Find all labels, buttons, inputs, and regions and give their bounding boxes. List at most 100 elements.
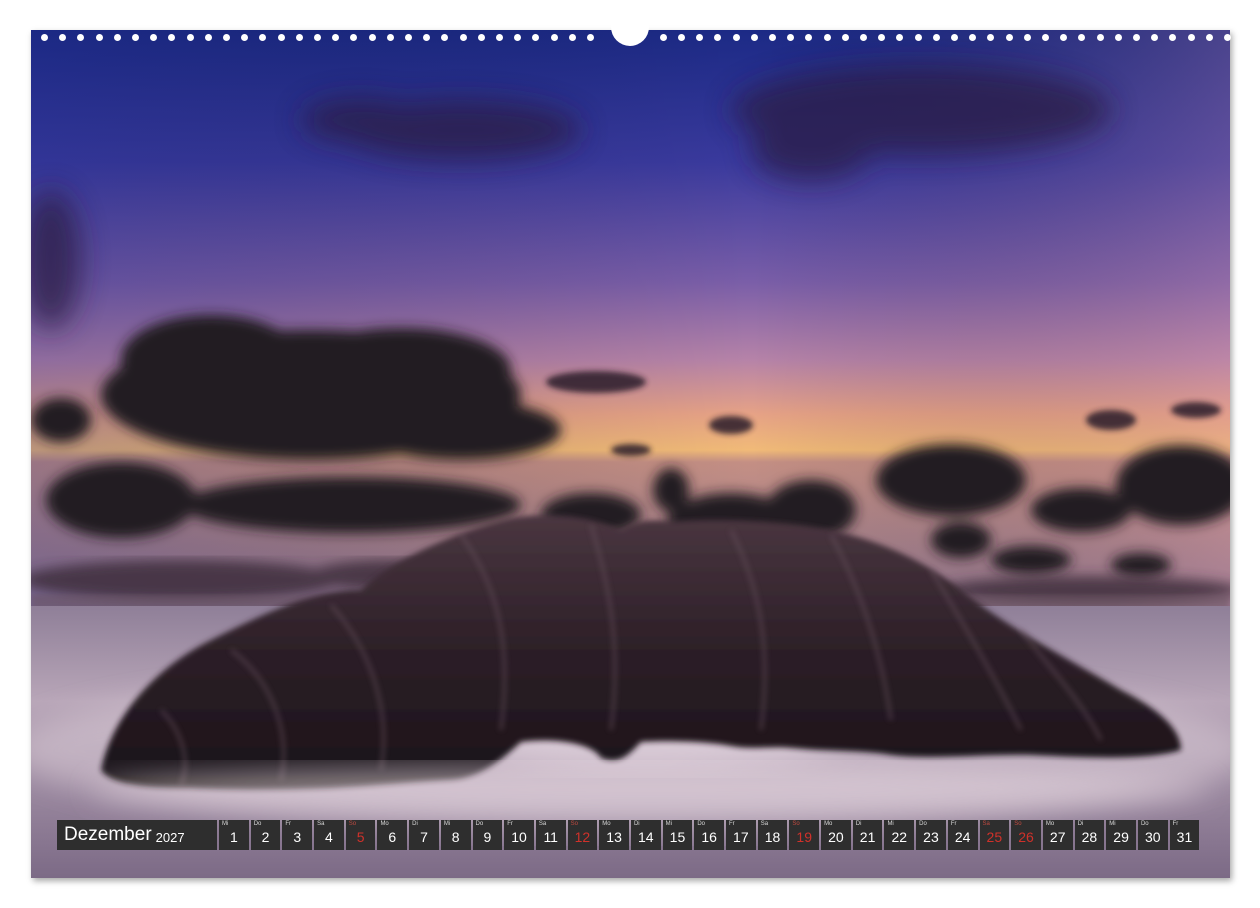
binding-hole xyxy=(132,34,139,41)
binding-hole xyxy=(113,34,121,41)
binding-hole xyxy=(459,34,467,41)
binding-hole xyxy=(732,34,740,41)
binding-hole xyxy=(587,34,594,41)
binding-hole xyxy=(951,34,958,41)
day-number: 31 xyxy=(1176,829,1193,845)
binding-hole xyxy=(841,34,849,41)
day-number: 15 xyxy=(669,829,686,845)
day-cell: Mi 1 xyxy=(219,820,249,850)
day-number: 21 xyxy=(859,829,876,845)
weekday-label: So xyxy=(792,821,800,827)
day-number: 26 xyxy=(1018,829,1034,845)
weekday-label: Fr xyxy=(1172,821,1179,827)
day-number: 27 xyxy=(1049,829,1066,845)
calendar-strip: Dezember 2027 Mi 1 Do 2 Fr 3 Sa 4 So 5 Mo 6 Di 7 Mi 8 Do… xyxy=(57,820,1200,850)
day-cell: So 12 xyxy=(567,820,598,850)
day-cell: Mi 29 xyxy=(1106,820,1136,850)
binding-hole xyxy=(550,34,558,41)
day-number: 10 xyxy=(511,829,527,845)
day-cell: Do 23 xyxy=(916,820,946,850)
weekday-label: Mo xyxy=(380,821,389,827)
day-cell: Mo 20 xyxy=(821,820,851,850)
day-number: 16 xyxy=(701,829,717,845)
day-cell: Di 14 xyxy=(630,820,661,850)
day-cell: Fr 3 xyxy=(282,820,313,850)
binding-hole xyxy=(1169,34,1177,41)
binding-hole xyxy=(405,34,412,41)
binding-hole xyxy=(423,34,431,41)
binding-hole xyxy=(750,34,758,41)
binding-hole xyxy=(514,34,522,41)
weekday-label: Do xyxy=(475,821,484,827)
weekday-label: So xyxy=(348,821,357,827)
day-cell: Fr 10 xyxy=(504,820,534,850)
binding-hole xyxy=(259,34,267,41)
day-cell: Sa 25 xyxy=(979,820,1010,850)
binding-hole xyxy=(659,34,667,41)
weekday-label: Fr xyxy=(285,821,292,827)
weekday-label: So xyxy=(570,821,578,827)
weekday-label: Do xyxy=(253,821,262,827)
day-number: 17 xyxy=(733,829,749,845)
binding-hole xyxy=(532,34,540,41)
day-number: 29 xyxy=(1113,829,1129,845)
day-cell: Mo 6 xyxy=(377,820,408,850)
day-number: 19 xyxy=(796,829,812,845)
binding-hole xyxy=(295,34,303,41)
binding-hole xyxy=(769,34,776,41)
day-cell: Di 28 xyxy=(1074,820,1105,850)
binding-hole xyxy=(1078,34,1086,41)
day-cell: Fr 24 xyxy=(947,820,978,850)
binding-hole xyxy=(77,34,85,41)
day-cell: Fr 31 xyxy=(1169,820,1200,850)
binding-hole xyxy=(714,34,722,41)
binding-hole xyxy=(1133,34,1140,41)
binding-hole xyxy=(1005,34,1013,41)
day-cell: Sa 4 xyxy=(314,820,344,850)
day-number: 9 xyxy=(483,829,492,845)
binding-hole xyxy=(914,34,922,41)
day-number: 8 xyxy=(451,829,460,845)
day-number: 1 xyxy=(229,829,238,845)
binding-hole xyxy=(1060,34,1068,41)
binding-hole xyxy=(1114,34,1122,41)
weekday-label: Di xyxy=(412,821,418,827)
binding-hole xyxy=(1224,34,1231,41)
month-year: 2027 xyxy=(155,829,185,845)
weekday-label: Mi xyxy=(887,821,894,827)
day-cell: So 26 xyxy=(1011,820,1041,850)
binding-hole xyxy=(368,34,376,41)
day-cell: Sa 18 xyxy=(757,820,788,850)
day-number: 3 xyxy=(293,829,302,845)
binding-hole xyxy=(95,34,103,41)
day-cell: Do 30 xyxy=(1137,820,1168,850)
binding-hole xyxy=(477,34,485,41)
day-number: 12 xyxy=(574,829,591,845)
sunset-rock-photo xyxy=(31,30,1230,878)
weekday-label: Do xyxy=(919,821,927,827)
binding-hole xyxy=(441,34,449,41)
binding-hole xyxy=(1151,34,1159,41)
weekday-label: Fr xyxy=(729,821,735,827)
binding-hole xyxy=(896,34,904,41)
weekday-label: Mo xyxy=(824,821,833,827)
day-number: 14 xyxy=(637,829,654,845)
day-cell: Do 9 xyxy=(472,820,503,850)
day-number: 20 xyxy=(828,829,844,845)
day-number: 18 xyxy=(764,829,781,845)
day-number: 23 xyxy=(923,829,939,845)
day-number: 13 xyxy=(606,829,622,845)
binding-hole xyxy=(204,34,212,41)
binding-hole xyxy=(386,34,394,41)
binding-hole xyxy=(805,34,813,41)
day-cell: Sa 11 xyxy=(535,820,566,850)
day-cell: Di 7 xyxy=(409,820,439,850)
binding-hole xyxy=(168,34,176,41)
binding-hole xyxy=(1205,34,1213,41)
binding-hole xyxy=(277,34,285,41)
day-number: 28 xyxy=(1081,829,1098,845)
day-cell: Do 16 xyxy=(694,820,724,850)
weekday-label: Do xyxy=(697,821,705,827)
binding-hole xyxy=(932,34,940,41)
weekday-label: Mo xyxy=(1045,821,1055,827)
